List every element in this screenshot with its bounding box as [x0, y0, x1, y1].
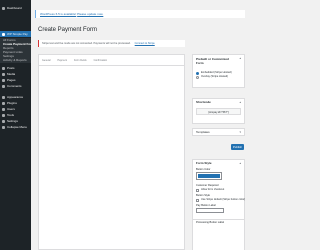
box-title: Prebuilt or Customized Form [196, 57, 229, 65]
editor-tabs: General Payment Form Fields Confirmation [39, 55, 184, 66]
plugins-icon [2, 101, 5, 105]
menu-item-label: WP Simple Pay [7, 32, 28, 36]
menu-item-label: Pages [7, 78, 16, 82]
radio-label: Overlay (Stripe Hosted) [201, 75, 229, 78]
submenu: All Forms Create Payment Form Reports Pa… [0, 38, 31, 63]
tab-confirmation[interactable]: Confirmation [94, 59, 108, 62]
page-title: Create Payment Form [38, 27, 98, 33]
checkbox-row[interactable]: Use Stripe default (Stripe button color) [193, 198, 246, 202]
tab-general[interactable]: General [42, 59, 51, 62]
checkbox[interactable] [196, 198, 199, 202]
menu-item-label: Collapse Menu [7, 125, 28, 129]
radio-button[interactable] [196, 71, 199, 75]
wp-admin-screen: Dashboard WP Simple Pay All Forms Create… [0, 0, 250, 250]
menu-item-collapse[interactable]: Collapse Menu [0, 124, 31, 130]
checkbox-label: Use Stripe default (Stripe button color) [201, 198, 246, 201]
button-color-picker[interactable] [196, 172, 222, 180]
menu-item-comments[interactable]: Comments [0, 83, 31, 89]
menu-item-label: Comments [7, 84, 22, 88]
menu-item-label: Dashboard [7, 6, 22, 10]
form-mode-box: Prebuilt or Customized Form ▴ Embedded (… [192, 54, 245, 88]
menu-item-simple-pay[interactable]: WP Simple Pay [0, 31, 31, 37]
simple-pay-icon [2, 32, 5, 36]
form-style-box: Form Style ▴ Button Color Customer Requi… [192, 159, 245, 250]
radio-button[interactable] [196, 75, 199, 79]
pages-icon [2, 78, 5, 82]
chevron-up-icon[interactable]: ▴ [239, 160, 241, 166]
tools-icon [2, 113, 5, 117]
update-version-link[interactable]: WordPress 6.5 is available! [40, 12, 76, 16]
chevron-up-icon[interactable]: ▴ [239, 99, 241, 105]
templates-box: Templates ▾ [192, 128, 245, 136]
stripe-warning-notice: Stripe test and live mode are not connec… [38, 40, 185, 47]
submenu-item-activity[interactable]: Activity & Reports [0, 58, 31, 63]
box-title: Shortcode [196, 100, 211, 104]
box-title: Templates [196, 130, 210, 134]
pin-icon [2, 66, 5, 70]
settings-icon [2, 119, 5, 123]
menu-item-label: Tools [7, 113, 15, 117]
appearance-icon [2, 95, 5, 99]
button-label-input[interactable] [196, 208, 224, 213]
menu-item-label: Appearance [7, 95, 24, 99]
warning-text: Stripe test and live mode are not connec… [42, 42, 131, 45]
menu-item-label: Posts [7, 66, 15, 70]
tab-form-fields[interactable]: Form Fields [74, 59, 87, 62]
menu-item-dashboard[interactable]: Dashboard [0, 5, 31, 11]
menu-item-label: Users [7, 107, 15, 111]
checkbox-row[interactable]: Allow form checkout [193, 188, 244, 192]
shortcode-box: Shortcode ▴ [simpay id="567"] [192, 98, 245, 124]
form-editor-panel: General Payment Form Fields Confirmation [38, 54, 185, 250]
checkbox-label: Allow form checkout [201, 188, 225, 191]
radio-overlay[interactable]: Overlay (Stripe Hosted) [193, 75, 244, 79]
box-title: Form Style [196, 161, 212, 165]
menu-item-label: Settings [7, 119, 18, 123]
menu-item-label: Plugins [7, 101, 17, 105]
publish-button[interactable]: Publish [231, 144, 244, 150]
connect-stripe-link[interactable]: Connect to Stripe [135, 42, 155, 45]
tab-payment[interactable]: Payment [58, 59, 67, 62]
comments-icon [2, 84, 5, 88]
collapse-icon [2, 125, 5, 129]
update-notice: WordPress 6.5 is available! Please updat… [35, 10, 245, 18]
chevron-up-icon[interactable]: ▴ [239, 55, 241, 61]
update-now-link[interactable]: Please update now. [77, 12, 103, 16]
dashboard-icon [2, 6, 5, 10]
field-label: Processing Button Label [193, 219, 244, 225]
checkbox[interactable] [196, 188, 199, 192]
menu-item-label: Media [7, 72, 16, 76]
color-swatch [198, 174, 220, 178]
chevron-down-icon[interactable]: ▾ [239, 129, 241, 135]
media-icon [2, 72, 5, 76]
admin-sidebar: Dashboard WP Simple Pay All Forms Create… [0, 0, 31, 250]
users-icon [2, 107, 5, 111]
shortcode-field[interactable]: [simpay id="567"] [196, 108, 241, 115]
